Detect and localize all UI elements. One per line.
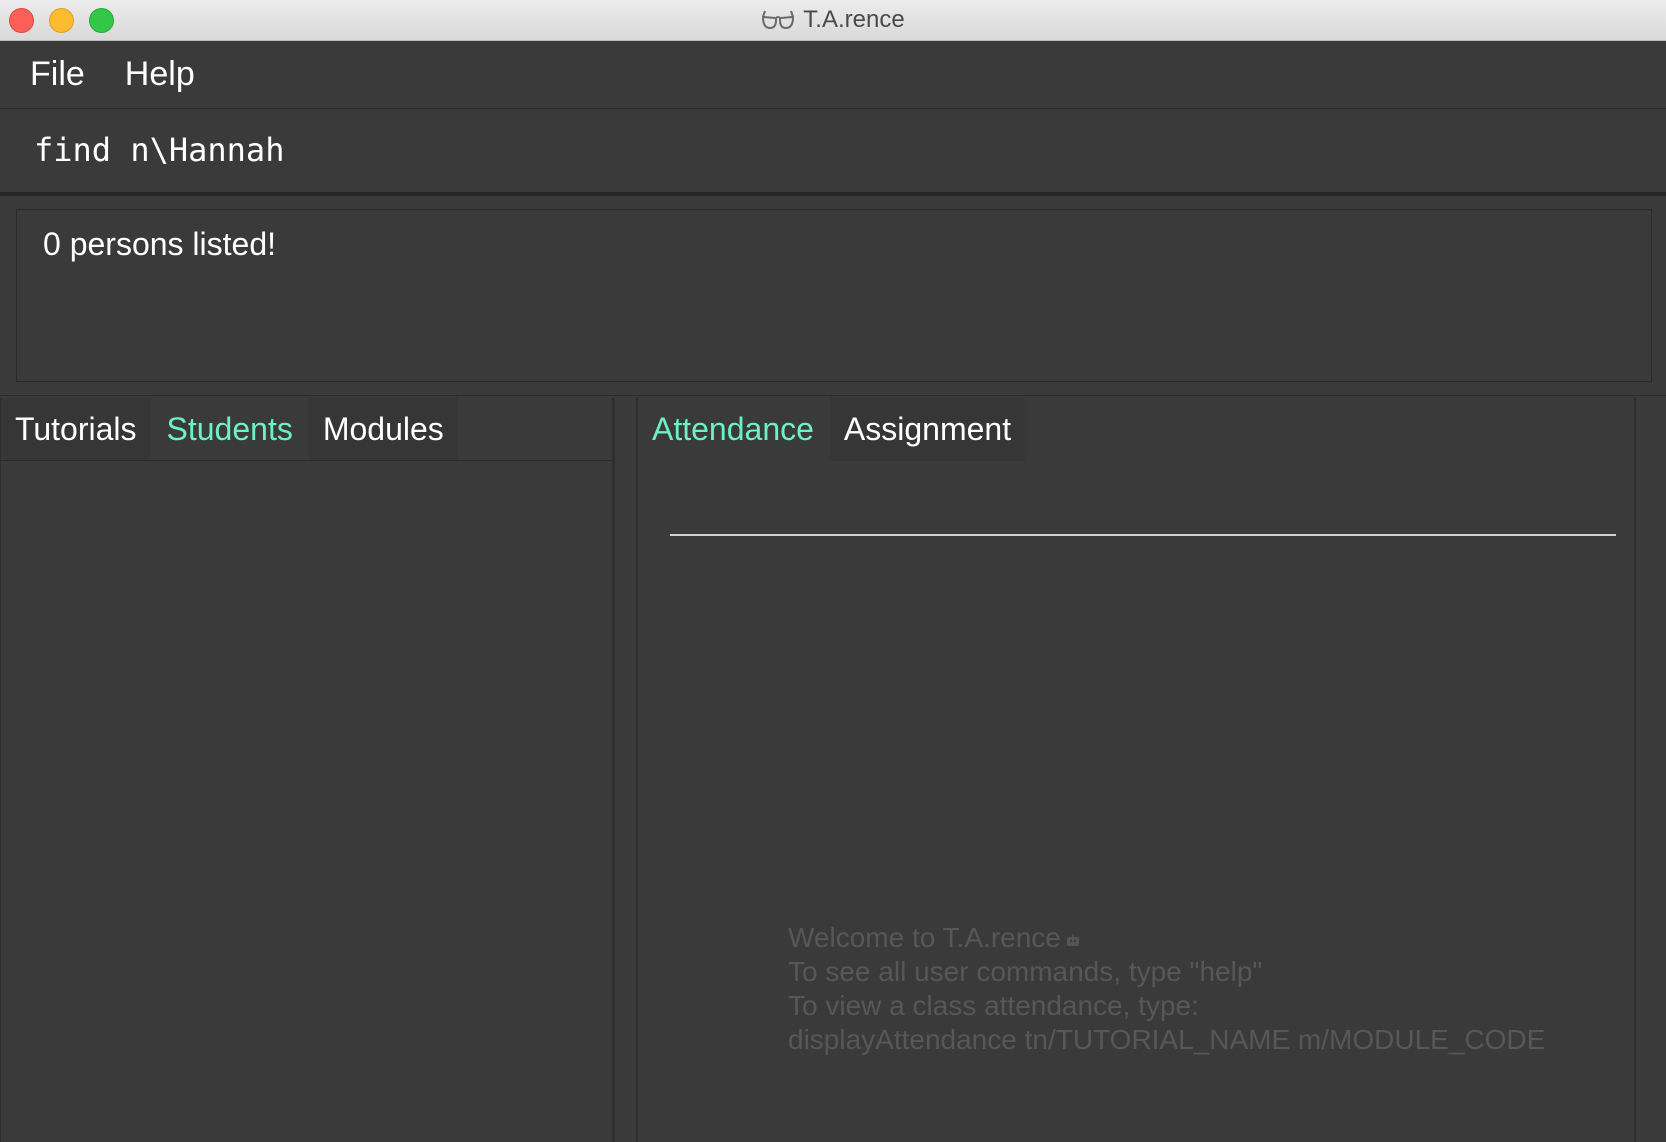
command-input[interactable] xyxy=(34,127,1634,173)
menu-bar: File Help xyxy=(0,41,1666,109)
table-header-divider xyxy=(670,534,1616,536)
tab-students[interactable]: Students xyxy=(152,398,307,460)
tab-assignment[interactable]: Assignment xyxy=(829,398,1026,461)
tab-modules[interactable]: Modules xyxy=(308,398,458,460)
list-tab-bar: Tutorials Students Modules xyxy=(1,398,612,461)
tab-attendance[interactable]: Attendance xyxy=(638,398,828,461)
tab-tutorials[interactable]: Tutorials xyxy=(1,398,151,460)
window-title-group: T.A.rence xyxy=(0,0,1666,40)
list-pane: Tutorials Students Modules xyxy=(0,398,615,1142)
result-panel: 0 persons listed! xyxy=(0,196,1666,396)
robot-icon xyxy=(1066,933,1079,946)
window-title: T.A.rence xyxy=(803,6,905,33)
detail-tab-bar: Attendance Assignment xyxy=(638,398,1027,461)
detail-pane: Attendance Assignment Welcome to T.A.ren… xyxy=(636,398,1636,1142)
title-bar[interactable]: T.A.rence xyxy=(0,0,1666,41)
welcome-line-2: To see all user commands, type "help" xyxy=(788,956,1263,987)
glasses-icon xyxy=(762,10,795,30)
welcome-line-1: Welcome to T.A.rence xyxy=(788,921,1545,955)
result-display: 0 persons listed! xyxy=(16,209,1652,382)
welcome-title: Welcome to T.A.rence xyxy=(788,922,1061,953)
welcome-line-4: displayAttendance tn/TUTORIAL_NAME m/MOD… xyxy=(788,1024,1546,1055)
app-window: T.A.rence File Help 0 persons listed! Tu… xyxy=(0,0,1666,1142)
result-message: 0 persons listed! xyxy=(43,226,277,262)
menu-help[interactable]: Help xyxy=(125,55,195,94)
command-box xyxy=(0,109,1666,196)
menu-file[interactable]: File xyxy=(30,55,85,94)
welcome-message: Welcome to T.A.rence To see all user com… xyxy=(788,921,1545,1057)
welcome-line-3: To view a class attendance, type: xyxy=(788,990,1199,1021)
